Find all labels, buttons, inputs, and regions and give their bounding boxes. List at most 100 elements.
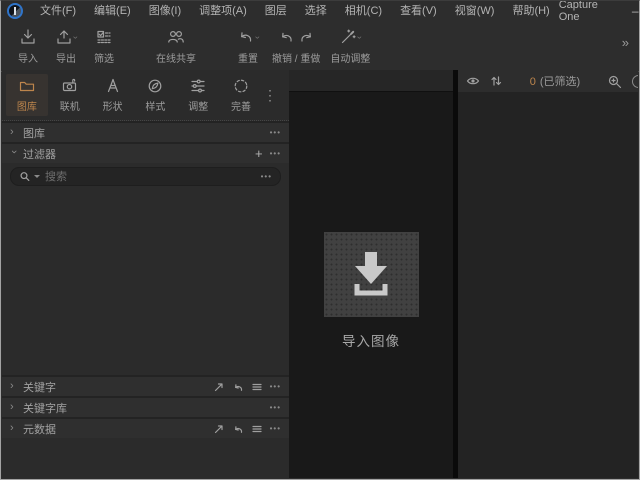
capture-one-logo-icon[interactable] — [7, 3, 23, 19]
import-label: 导入 — [18, 50, 38, 65]
tab-adjustments[interactable]: 调整 — [177, 74, 219, 116]
browser-pane: 0 (已筛选) — [458, 70, 638, 478]
menu-edit[interactable]: 编辑(E) — [85, 1, 140, 21]
import-button[interactable]: 导入 — [9, 24, 47, 67]
search-scope-caret-icon[interactable] — [34, 175, 40, 178]
collapse-right-icon: › — [10, 127, 17, 138]
export-button[interactable]: › 导出 — [47, 24, 85, 67]
copy-apply-icon[interactable] — [213, 381, 225, 393]
reset-icon: › — [237, 26, 259, 48]
collapse-right-icon: › — [10, 381, 17, 392]
titlebar-right: Capture One – × — [559, 1, 640, 21]
metadata-panel-title: 元数据 — [23, 421, 56, 437]
search-options-button[interactable]: ••• — [261, 172, 272, 181]
capture-one-window: 文件(F) 编辑(E) 图像(I) 调整项(A) 图层 选择 相机(C) 查看(… — [0, 0, 640, 480]
search-box[interactable]: ••• — [10, 167, 281, 186]
add-filter-button[interactable]: + — [255, 147, 263, 160]
menu-window[interactable]: 视窗(W) — [446, 1, 504, 21]
metadata-panel-menu-button[interactable]: ••• — [270, 424, 281, 433]
brush-icon — [104, 77, 122, 95]
styles-circle-icon — [146, 77, 164, 95]
sliders-icon — [189, 77, 207, 95]
filters-panel-menu-button[interactable]: ••• — [270, 149, 281, 158]
tab-styles[interactable]: 样式 — [134, 74, 176, 116]
filters-panel-header[interactable]: › 过滤器 + ••• — [2, 142, 289, 163]
auto-adjust-button[interactable]: › 自动调整 — [325, 24, 375, 67]
browser-toolbar: 0 (已筛选) — [458, 70, 638, 92]
eye-icon[interactable] — [466, 75, 480, 87]
keywords-panel-header[interactable]: › 关键字 ••• — [2, 375, 289, 396]
export-icon: › — [55, 26, 77, 48]
import-images-button[interactable] — [324, 232, 419, 317]
minimize-button[interactable]: – — [625, 1, 640, 21]
menu-select[interactable]: 选择 — [296, 1, 336, 21]
viewer: 导入图像 — [289, 70, 453, 478]
main-area: 图库 联机 形状 样式 — [2, 70, 638, 478]
search-row: ••• — [2, 163, 289, 193]
keyword-library-menu-button[interactable]: ••• — [270, 403, 281, 412]
menu-help[interactable]: 帮助(H) — [503, 1, 558, 21]
metadata-panel-header[interactable]: › 元数据 ••• — [2, 417, 289, 438]
chevron-down-icon: › — [71, 36, 80, 39]
tab-refine-label: 完善 — [231, 98, 251, 113]
online-share-button[interactable]: 在线共享 — [151, 24, 201, 67]
keywords-panel-menu-button[interactable]: ••• — [270, 382, 281, 391]
zoom-icon[interactable] — [607, 74, 622, 89]
toolbar: 导入 › 导出 筛选 在线共享 › — [1, 21, 639, 72]
tool-tabs: 图库 联机 形状 样式 — [2, 70, 289, 121]
toolbar-overflow-button[interactable]: » — [622, 35, 629, 50]
presets-list-icon[interactable] — [251, 381, 263, 393]
browser-body — [458, 92, 638, 478]
tab-tether[interactable]: 联机 — [49, 74, 91, 116]
menu-file[interactable]: 文件(F) — [31, 1, 85, 21]
import-images-label: 导入图像 — [342, 330, 400, 350]
keywords-panel-title: 关键字 — [23, 379, 56, 395]
filter-button[interactable]: 筛选 — [85, 24, 123, 67]
count-value: 0 — [530, 76, 536, 88]
chevron-down-icon: › — [253, 36, 262, 39]
reset-button[interactable]: › 重置 — [229, 24, 267, 67]
undo-redo-label: 撤销 / 重做 — [272, 50, 320, 65]
tab-library[interactable]: 图库 — [6, 74, 48, 116]
presets-list-icon[interactable] — [251, 423, 263, 435]
filters-panel-title: 过滤器 — [23, 146, 56, 162]
folder-icon — [18, 77, 36, 95]
library-panel-title: 图库 — [23, 125, 45, 141]
import-icon — [19, 26, 37, 48]
sidebar-tail — [2, 438, 289, 478]
tab-refine[interactable]: 完善 — [220, 74, 262, 116]
reset-small-icon[interactable] — [232, 423, 244, 435]
people-icon — [166, 26, 186, 48]
menu-camera[interactable]: 相机(C) — [336, 1, 391, 21]
sort-icon[interactable] — [490, 75, 503, 87]
redo-icon — [297, 28, 315, 46]
titlebar: 文件(F) 编辑(E) 图像(I) 调整项(A) 图层 选择 相机(C) 查看(… — [1, 1, 639, 21]
collapse-right-icon: › — [10, 402, 17, 413]
collapse-right-icon: › — [10, 423, 17, 434]
reset-small-icon[interactable] — [232, 381, 244, 393]
undo-redo-button[interactable]: 撤销 / 重做 — [267, 24, 325, 67]
clipped-icon[interactable] — [632, 75, 638, 88]
tabs-more-button[interactable]: ⋮ — [263, 87, 285, 104]
viewer-body: 导入图像 — [289, 92, 453, 478]
auto-adjust-label: 自动调整 — [330, 50, 370, 65]
library-panel-header[interactable]: › 图库 ••• — [2, 121, 289, 142]
menu-image[interactable]: 图像(I) — [140, 1, 190, 21]
undo-icon — [278, 28, 296, 46]
filters-panel-body — [2, 193, 289, 375]
search-input[interactable] — [43, 170, 258, 184]
menu-view[interactable]: 查看(V) — [391, 1, 446, 21]
tab-library-label: 图库 — [17, 98, 37, 113]
collapse-down-icon: › — [8, 150, 19, 157]
app-title: Capture One — [559, 0, 611, 23]
keyword-library-panel-header[interactable]: › 关键字库 ••• — [2, 396, 289, 417]
dashed-circle-icon — [232, 77, 250, 95]
magic-wand-icon: › — [339, 26, 361, 48]
filtered-count: 0 (已筛选) — [513, 73, 597, 89]
menu-adjustments[interactable]: 调整项(A) — [190, 1, 256, 21]
count-suffix: (已筛选) — [540, 76, 580, 88]
library-panel-menu-button[interactable]: ••• — [270, 128, 281, 137]
tab-shapes[interactable]: 形状 — [92, 74, 134, 116]
menu-layer[interactable]: 图层 — [256, 1, 296, 21]
copy-apply-icon[interactable] — [213, 423, 225, 435]
